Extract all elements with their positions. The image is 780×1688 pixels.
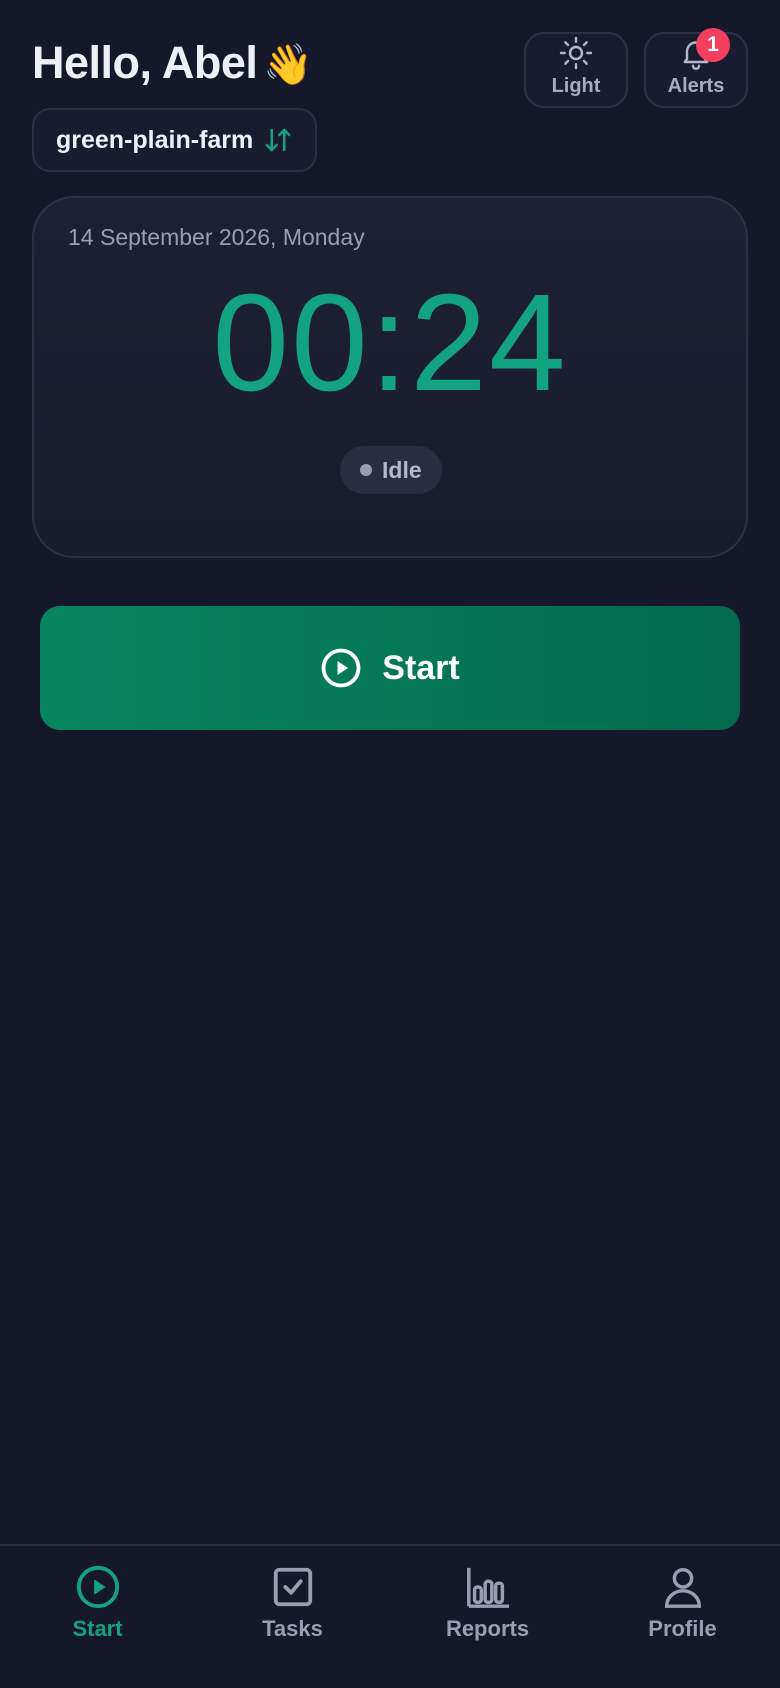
farm-selector[interactable]: green-plain-farm [32,108,318,172]
farm-name: green-plain-farm [56,125,254,154]
nav-item-tasks[interactable]: Tasks [195,1564,390,1664]
start-button[interactable]: Start [40,606,740,730]
checkbox-icon [273,1567,312,1607]
swap-vertical-icon [265,128,291,152]
nav-item-profile[interactable]: Profile [585,1564,780,1664]
alerts-label: Alerts [667,75,725,97]
light-mode-label: Light [551,75,601,97]
alerts-button[interactable]: Alerts 1 [644,28,748,108]
wave-emoji: 👋 [263,42,313,88]
app-screen: Hello, Abel 👋 Light Alerts 1 green-plain-… [0,0,780,1688]
sun-icon [559,36,593,70]
alerts-count-badge: 1 [696,28,730,62]
nav-label-tasks: Tasks [262,1616,323,1641]
light-mode-button[interactable]: Light [524,32,628,108]
nav-label-profile: Profile [648,1616,717,1641]
nav-item-start[interactable]: Start [0,1564,195,1664]
timer-display: 00:24 [212,266,568,420]
timer-date: 14 September 2026, Monday [68,224,365,250]
status-dot [360,464,372,476]
start-button-label: Start [382,648,460,687]
play-circle-icon [76,1565,119,1609]
status-badge: Idle [340,446,442,494]
bottom-nav: Start Tasks Reports Profile [0,1544,780,1688]
user-icon [664,1568,701,1608]
status-text: Idle [382,456,422,483]
bar-chart-icon [466,1567,509,1608]
timer-card: 14 September 2026, Monday 00:24 Idle [32,196,748,558]
nav-label-reports: Reports [445,1616,530,1641]
greeting-text: Hello, Abel [32,37,258,88]
play-circle-icon [321,648,361,688]
nav-item-reports[interactable]: Reports [390,1564,585,1664]
nav-label-start: Start [72,1616,123,1641]
greeting: Hello, Abel 👋 [32,34,313,94]
